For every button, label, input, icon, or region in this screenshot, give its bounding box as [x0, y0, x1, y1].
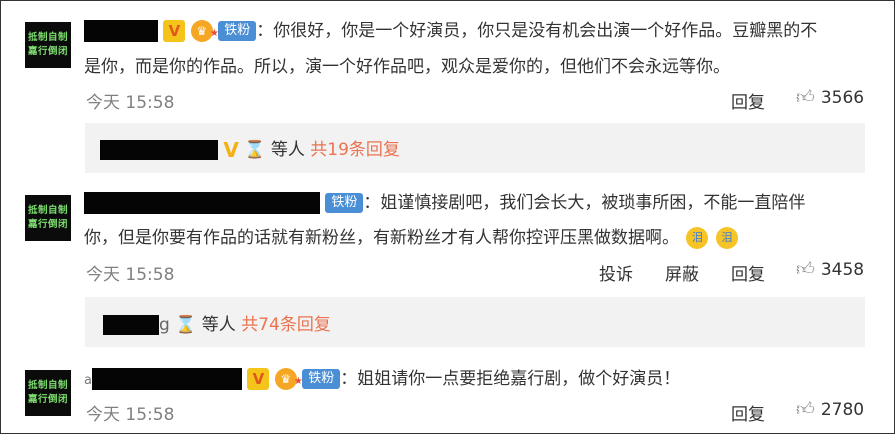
reply-count-link[interactable]: 共74条回复: [241, 315, 331, 335]
reply-button[interactable]: 回复: [731, 88, 765, 113]
reply-button[interactable]: 回复: [731, 400, 765, 425]
user-level-icon: ♛: [274, 368, 303, 393]
comment-text: V ♛ 铁粉：你很好，你是一个好演员，你只是没有机会出演一个好作品。豆瓣黑的不: [84, 16, 817, 46]
reply-summary: V ⌛ 等人 共19条回复: [100, 135, 400, 162]
reply-prefix: 等人: [201, 315, 236, 335]
fan-badge[interactable]: 铁粉: [302, 369, 341, 389]
avatar[interactable]: 抵制自制 嘉行倒闭: [25, 195, 71, 241]
avatar[interactable]: 抵制自制 嘉行倒闭: [25, 370, 71, 416]
comment-text: 你，但是你要有作品的话就有新粉丝，有新粉丝才有人帮你控评压黑做数据啊。 泪 泪: [84, 223, 738, 253]
verified-v-icon: V: [163, 20, 186, 42]
avatar-text-line: 嘉行倒闭: [27, 394, 68, 405]
reply-button[interactable]: 回复: [731, 260, 765, 285]
reply-summary: g ⌛ 等人 共74条回复: [103, 310, 331, 335]
crying-emoji-icon: 泪: [715, 227, 738, 249]
verified-v-icon: V: [247, 368, 270, 390]
fan-badge[interactable]: 铁粉: [218, 21, 257, 41]
like-count: 3566: [820, 88, 865, 108]
avatar[interactable]: 抵制自制 嘉行倒闭: [25, 22, 71, 68]
comment-text: 铁粉 ：姐谨慎接剧吧，我们会长大，被琐事所困，不能一直陪伴: [84, 188, 805, 218]
comment-time: 今天 15:58: [86, 405, 175, 425]
thumbs-up-icon: 👍︎: [796, 87, 815, 108]
redacted-username[interactable]: [103, 315, 159, 335]
comment-time: 今天 15:58: [86, 265, 175, 285]
crying-emoji-icon: 泪: [686, 227, 709, 249]
reply-summary-box[interactable]: V ⌛ 等人 共19条回复: [85, 123, 865, 173]
block-button[interactable]: 屏蔽: [665, 260, 699, 285]
avatar-text-line: 抵制自制: [27, 205, 68, 216]
comment-text-line: 是你，而是你的作品。所以，演一个好作品吧，观众是爱你的，但他们不会永远等你。: [84, 57, 730, 77]
reply-summary-box[interactable]: g ⌛ 等人 共74条回复: [85, 297, 865, 347]
comment-text-line: 你，但是你要有作品的话就有新粉丝，有新粉丝才有人帮你控评压黑做数据啊。: [84, 228, 679, 248]
redacted-username[interactable]: [100, 140, 218, 160]
like-count: 2780: [820, 400, 865, 420]
redacted-username[interactable]: [84, 20, 158, 42]
like-button[interactable]: 👍︎ 2780: [796, 398, 864, 420]
redacted-username[interactable]: [91, 368, 242, 390]
username-tail: g: [159, 315, 170, 335]
avatar-text-line: 抵制自制: [27, 380, 68, 391]
thumbs-up-icon: 👍︎: [796, 259, 815, 280]
fan-badge[interactable]: 铁粉: [325, 193, 364, 213]
username-lead: a: [84, 373, 92, 388]
thumbs-up-icon: 👍︎: [796, 399, 815, 420]
hourglass-icon: ⌛: [175, 315, 197, 335]
avatar-text-line: 嘉行倒闭: [27, 219, 68, 230]
reply-prefix: 等人: [270, 140, 305, 160]
report-button[interactable]: 投诉: [599, 260, 633, 285]
comment-time: 今天 15:58: [86, 93, 175, 113]
reply-count-link[interactable]: 共19条回复: [310, 140, 400, 160]
like-count: 3458: [820, 260, 865, 280]
like-button[interactable]: 👍︎ 3566: [796, 86, 864, 108]
hourglass-icon: ⌛: [244, 140, 266, 160]
avatar-text-line: 嘉行倒闭: [27, 46, 68, 57]
like-button[interactable]: 👍︎ 3458: [796, 258, 864, 280]
comment-text-line: ：你很好，你是一个好演员，你只是没有机会出演一个好作品。豆瓣黑的不: [256, 21, 818, 41]
verified-v-icon: V: [223, 138, 239, 162]
user-level-icon: ♛: [190, 20, 219, 45]
avatar-text-line: 抵制自制: [27, 32, 68, 43]
redacted-username[interactable]: [84, 192, 320, 214]
comment-text-line: ：姐谨慎接剧吧，我们会长大，被琐事所困，不能一直陪伴: [363, 193, 806, 213]
comment-text: a V ♛ 铁粉：姐姐请你一点要拒绝嘉行剧，做个好演员！: [84, 364, 680, 396]
comment-text-line: ：姐姐请你一点要拒绝嘉行剧，做个好演员！: [340, 369, 681, 389]
